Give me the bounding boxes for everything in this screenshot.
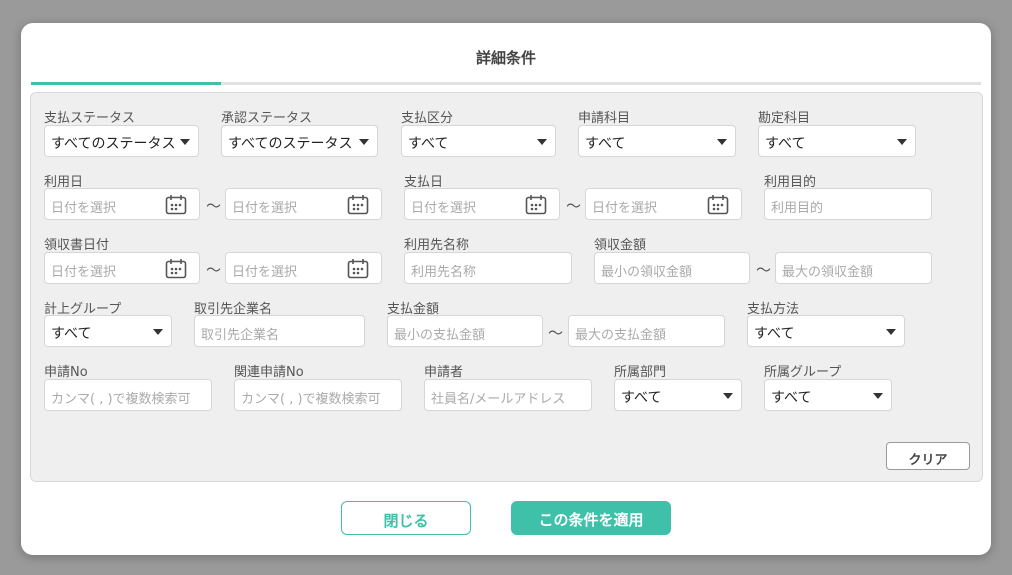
vendor-name-label: 利用先名称: [404, 238, 470, 253]
application-no-input[interactable]: カンマ( , )で複数検索可: [44, 379, 212, 411]
chevron-down-icon: [359, 139, 369, 145]
partner-company-placeholder: 取引先企業名: [201, 328, 280, 343]
chevron-down-icon: [897, 139, 907, 145]
receipt-amount-label: 領収金額: [594, 238, 647, 253]
modal-title: 詳細条件: [475, 49, 536, 67]
chevron-down-icon: [180, 139, 190, 145]
approval-status-value: すべてのステータス: [228, 136, 353, 152]
detail-filter-modal: 詳細条件 支払ステータス すべてのステータス 承認ステータス すべてのステータス…: [21, 23, 991, 555]
partner-company-input[interactable]: 取引先企業名: [194, 315, 365, 347]
payment-type-select[interactable]: すべて: [401, 125, 556, 157]
range-tilde: 〜: [566, 197, 582, 215]
account-item-value: すべて: [765, 136, 806, 152]
payment-amount-min-placeholder: 最小の支払金額: [394, 328, 486, 343]
receipt-date-from-input[interactable]: 日付を選択: [44, 252, 200, 284]
range-tilde: 〜: [206, 261, 222, 279]
payment-method-value: すべて: [754, 326, 795, 342]
payment-status-label: 支払ステータス: [44, 111, 136, 126]
payment-method-select[interactable]: すべて: [747, 315, 905, 347]
applicant-label: 申請者: [424, 365, 464, 380]
applicant-placeholder: 社員名/メールアドレス: [431, 392, 566, 407]
tab-active-indicator: [31, 82, 221, 85]
group-value: すべて: [771, 390, 812, 406]
payment-amount-max-input[interactable]: 最大の支払金額: [568, 315, 725, 347]
receipt-date-label: 領収書日付: [44, 238, 110, 253]
payment-date-from-placeholder: 日付を選択: [411, 201, 477, 216]
range-tilde: 〜: [206, 197, 222, 215]
booking-group-value: すべて: [51, 326, 92, 342]
chevron-down-icon: [537, 139, 547, 145]
related-application-no-placeholder: カンマ( , )で複数検索可: [241, 392, 381, 407]
payment-amount-min-input[interactable]: 最小の支払金額: [387, 315, 543, 347]
receipt-amount-min-placeholder: 最小の領収金額: [601, 265, 693, 280]
payment-date-to-placeholder: 日付を選択: [592, 201, 658, 216]
receipt-date-to-placeholder: 日付を選択: [232, 265, 298, 280]
related-application-no-input[interactable]: カンマ( , )で複数検索可: [234, 379, 402, 411]
vendor-name-placeholder: 利用先名称: [411, 265, 477, 280]
calendar-icon[interactable]: [525, 194, 547, 215]
chevron-down-icon: [723, 393, 733, 399]
receipt-amount-max-placeholder: 最大の領収金額: [782, 265, 874, 280]
account-item-select[interactable]: すべて: [758, 125, 916, 157]
department-label: 所属部門: [614, 365, 667, 380]
application-item-label: 申請科目: [578, 111, 631, 126]
range-tilde: 〜: [756, 261, 772, 279]
booking-group-select[interactable]: すべて: [44, 315, 172, 347]
application-item-value: すべて: [585, 136, 626, 152]
group-label: 所属グループ: [764, 365, 842, 380]
receipt-amount-min-input[interactable]: 最小の領収金額: [594, 252, 750, 284]
department-value: すべて: [621, 390, 662, 406]
filter-panel: 支払ステータス すべてのステータス 承認ステータス すべてのステータス 支払区分…: [30, 92, 983, 482]
usage-date-from-placeholder: 日付を選択: [51, 201, 117, 216]
close-button[interactable]: 閉じる: [341, 501, 471, 535]
receipt-date-to-input[interactable]: 日付を選択: [225, 252, 382, 284]
application-item-select[interactable]: すべて: [578, 125, 736, 157]
applicant-input[interactable]: 社員名/メールアドレス: [424, 379, 592, 411]
payment-date-from-input[interactable]: 日付を選択: [404, 188, 560, 220]
calendar-icon[interactable]: [165, 194, 187, 215]
chevron-down-icon: [873, 393, 883, 399]
usage-date-to-placeholder: 日付を選択: [232, 201, 298, 216]
chevron-down-icon: [886, 329, 896, 335]
clear-button[interactable]: クリア: [886, 442, 970, 470]
payment-type-label: 支払区分: [401, 111, 454, 126]
approval-status-label: 承認ステータス: [221, 111, 313, 126]
calendar-icon[interactable]: [707, 194, 729, 215]
payment-amount-max-placeholder: 最大の支払金額: [575, 328, 667, 343]
usage-date-to-input[interactable]: 日付を選択: [225, 188, 382, 220]
chevron-down-icon: [717, 139, 727, 145]
calendar-icon[interactable]: [347, 194, 369, 215]
usage-purpose-input[interactable]: 利用目的: [764, 188, 932, 220]
approval-status-select[interactable]: すべてのステータス: [221, 125, 378, 157]
payment-date-to-input[interactable]: 日付を選択: [585, 188, 742, 220]
calendar-icon[interactable]: [165, 258, 187, 279]
payment-type-value: すべて: [408, 136, 449, 152]
application-no-placeholder: カンマ( , )で複数検索可: [51, 392, 191, 407]
related-application-no-label: 関連申請No: [234, 365, 304, 380]
receipt-date-from-placeholder: 日付を選択: [51, 265, 117, 280]
receipt-amount-max-input[interactable]: 最大の領収金額: [775, 252, 932, 284]
apply-filter-button[interactable]: この条件を適用: [511, 501, 671, 535]
range-tilde: 〜: [548, 324, 564, 342]
vendor-name-input[interactable]: 利用先名称: [404, 252, 572, 284]
department-select[interactable]: すべて: [614, 379, 742, 411]
usage-purpose-placeholder: 利用目的: [771, 201, 824, 216]
usage-date-from-input[interactable]: 日付を選択: [44, 188, 200, 220]
payment-status-select[interactable]: すべてのステータス: [44, 125, 199, 157]
application-no-label: 申請No: [44, 365, 88, 380]
payment-status-value: すべてのステータス: [51, 136, 176, 152]
chevron-down-icon: [153, 329, 163, 335]
account-item-label: 勘定科目: [758, 111, 811, 126]
group-select[interactable]: すべて: [764, 379, 892, 411]
calendar-icon[interactable]: [347, 258, 369, 279]
